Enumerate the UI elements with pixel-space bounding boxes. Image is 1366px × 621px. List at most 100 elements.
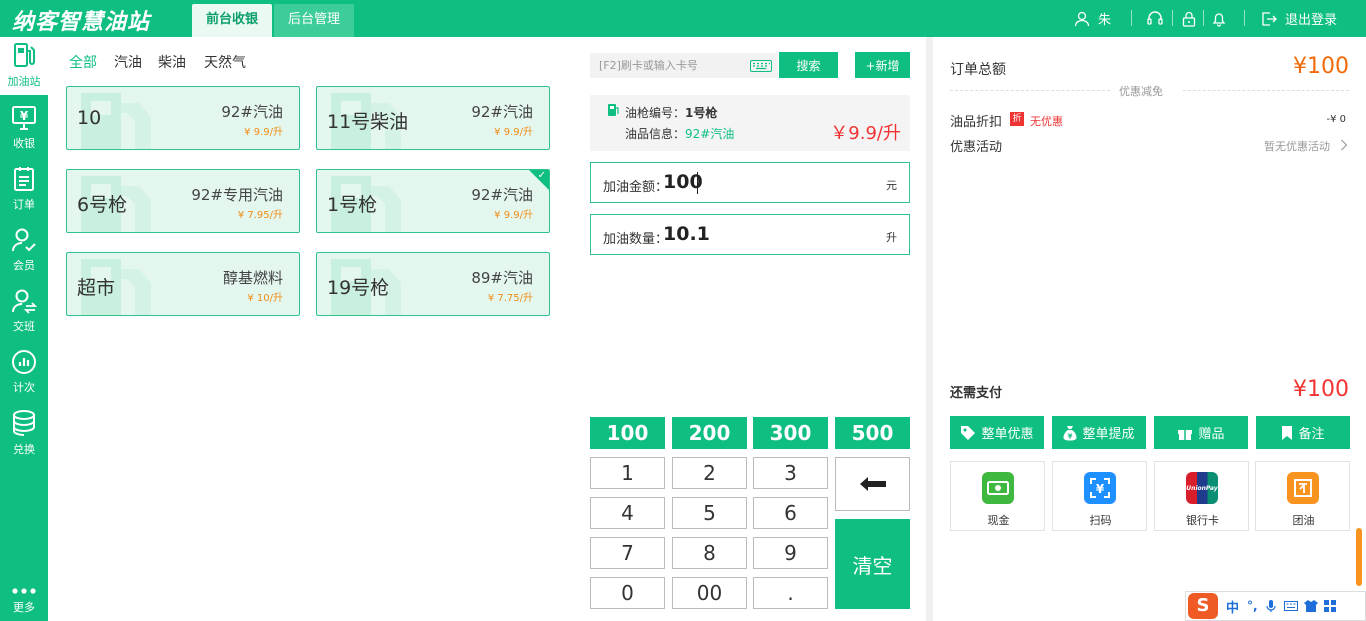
order-icon xyxy=(14,167,34,191)
nozzle-card[interactable]: 19号枪 89#汽油 ¥ 7.75/升 xyxy=(316,252,550,316)
money-bag-icon: ¥ xyxy=(1063,425,1077,440)
quick-amount-button[interactable]: 200 xyxy=(672,417,747,449)
bell-icon[interactable] xyxy=(1212,0,1226,37)
filter-natural-gas[interactable]: 天然气 xyxy=(204,52,246,72)
app-root: 纳客智慧油站 前台收银 后台管理 朱 退出登录 加油站 ¥ 收银 订单 会员 交… xyxy=(0,0,1366,621)
logout-button[interactable]: 退出登录 xyxy=(1261,0,1337,37)
nozzle-name: 11号柴油 xyxy=(327,111,409,133)
key-5[interactable]: 5 xyxy=(672,497,747,529)
quick-amount-button[interactable]: 100 xyxy=(590,417,665,449)
sidebar-item-count[interactable]: 计次 xyxy=(0,343,48,401)
user-name: 朱 xyxy=(1098,13,1112,28)
backspace-button[interactable] xyxy=(835,457,910,511)
app-logo: 纳客智慧油站 xyxy=(12,10,151,35)
user-icon xyxy=(1074,11,1090,26)
nozzle-card[interactable]: 11号柴油 92#汽油 ¥ 9.9/升 xyxy=(316,86,550,150)
ime-lang[interactable]: 中 xyxy=(1226,597,1239,616)
nozzle-name: 6号枪 xyxy=(77,194,128,216)
sidebar-item-gas-station[interactable]: 加油站 xyxy=(0,37,48,95)
pay-group-fuel-button[interactable]: 团油 xyxy=(1255,461,1350,531)
pay-label: 扫码 xyxy=(1089,514,1112,527)
nozzle-card[interactable]: 超市 醇基燃料 ¥ 10/升 xyxy=(66,252,300,316)
order-commission-button[interactable]: ¥ 整单提成 xyxy=(1052,416,1146,449)
keyboard-icon[interactable] xyxy=(750,60,772,72)
filter-diesel[interactable]: 柴油 xyxy=(158,52,186,72)
nozzle-fuel: 92#专用汽油 xyxy=(191,186,283,204)
gift-button[interactable]: 赠品 xyxy=(1154,416,1248,449)
grid-menu-icon[interactable] xyxy=(1323,600,1336,612)
lock-icon[interactable] xyxy=(1182,0,1196,37)
key-2[interactable]: 2 xyxy=(672,457,747,489)
clear-button[interactable]: 清空 xyxy=(835,519,910,609)
sidebar-item-label: 兑换 xyxy=(13,443,35,456)
user-menu[interactable]: 朱 xyxy=(1074,0,1111,37)
exchange-icon xyxy=(13,410,35,436)
svg-text:¥: ¥ xyxy=(1068,432,1073,440)
tab-front-cashier[interactable]: 前台收银 xyxy=(192,4,273,37)
fuel-info-value: 92#汽油 xyxy=(685,127,735,141)
skin-shirt-icon[interactable] xyxy=(1303,600,1318,612)
quick-amount-button[interactable]: 500 xyxy=(835,417,910,449)
key-4[interactable]: 4 xyxy=(590,497,665,529)
divider xyxy=(1131,10,1132,26)
microphone-icon[interactable] xyxy=(1265,599,1276,613)
promo-value[interactable]: 暂无优惠活动 xyxy=(1264,138,1330,154)
sidebar-item-label: 加油站 xyxy=(7,75,41,88)
sidebar-item-exchange[interactable]: 兑换 xyxy=(0,405,48,463)
key-6[interactable]: 6 xyxy=(753,497,828,529)
pay-scan-button[interactable]: ¥ 扫码 xyxy=(1052,461,1147,531)
pay-label: 银行卡 xyxy=(1186,514,1219,527)
ime-punct[interactable]: °, xyxy=(1247,599,1258,613)
filter-all[interactable]: 全部 xyxy=(69,52,97,72)
nozzle-card[interactable]: 6号枪 92#专用汽油 ¥ 7.95/升 xyxy=(66,169,300,233)
order-discount-button[interactable]: 整单优惠 xyxy=(950,416,1044,449)
ime-toolbar[interactable]: S 中 °, xyxy=(1185,591,1366,621)
sidebar-item-members[interactable]: 会员 xyxy=(0,221,48,279)
remark-button[interactable]: 备注 xyxy=(1256,416,1350,449)
chevron-right-icon[interactable] xyxy=(1340,139,1348,151)
card-search-input[interactable]: [F2]刷卡或输入卡号 xyxy=(590,53,778,78)
sidebar-item-shift[interactable]: 交班 xyxy=(0,282,48,340)
divider xyxy=(1203,10,1204,26)
sidebar-item-label: 计次 xyxy=(13,381,35,394)
headset-icon[interactable] xyxy=(1146,0,1164,37)
sidebar-item-label: 收银 xyxy=(13,137,35,150)
key-3[interactable]: 3 xyxy=(753,457,828,489)
fuel-info-row: 油品信息：92#汽油 xyxy=(625,125,734,142)
key-1[interactable]: 1 xyxy=(590,457,665,489)
add-new-button[interactable]: +新增 xyxy=(855,52,910,78)
pay-cash-button[interactable]: 现金 xyxy=(950,461,1045,531)
amount-field[interactable]: 加油金额： 100 元 xyxy=(590,162,910,203)
sogou-logo-icon: S xyxy=(1188,593,1218,619)
sidebar-item-orders[interactable]: 订单 xyxy=(0,160,48,218)
key-0[interactable]: 0 xyxy=(590,577,665,609)
key-dot[interactable]: . xyxy=(753,577,828,609)
tab-back-office[interactable]: 后台管理 xyxy=(274,4,355,37)
gift-icon xyxy=(1178,429,1193,440)
scrollbar-thumb[interactable] xyxy=(1356,528,1362,586)
filter-gasoline[interactable]: 汽油 xyxy=(114,52,142,72)
unionpay-icon: UnionPay xyxy=(1186,472,1219,504)
sidebar: 加油站 ¥ 收银 订单 会员 交班 计次 兑换 更多 xyxy=(0,37,48,621)
shift-icon xyxy=(12,289,37,314)
key-8[interactable]: 8 xyxy=(672,537,747,569)
nozzle-fuel: 89#汽油 xyxy=(471,269,533,287)
key-7[interactable]: 7 xyxy=(590,537,665,569)
nozzle-fuel: 92#汽油 xyxy=(471,103,533,121)
nozzle-price: ¥ 10/升 xyxy=(247,293,283,304)
search-button[interactable]: 搜索 xyxy=(779,52,838,78)
key-9[interactable]: 9 xyxy=(753,537,828,569)
quantity-field[interactable]: 加油数量： 10.1 升 xyxy=(590,214,910,255)
pay-label: 团油 xyxy=(1292,514,1315,527)
key-00[interactable]: 00 xyxy=(672,577,747,609)
keyboard-icon[interactable] xyxy=(1283,601,1298,611)
sidebar-item-more[interactable]: 更多 xyxy=(0,563,48,621)
selected-nozzle-info: 油枪编号：1号枪 油品信息：92#汽油 ￥9.9/升 xyxy=(590,95,910,151)
quick-amount-button[interactable]: 300 xyxy=(753,417,828,449)
nozzle-card[interactable]: 10 92#汽油 ¥ 9.9/升 xyxy=(66,86,300,150)
amount-unit: 元 xyxy=(886,179,897,192)
pay-bank-card-button[interactable]: UnionPay 银行卡 xyxy=(1154,461,1249,531)
search-placeholder: [F2]刷卡或输入卡号 xyxy=(599,59,698,72)
nozzle-card-selected[interactable]: 1号枪 92#汽油 ¥ 9.9/升 ✓ xyxy=(316,169,550,233)
sidebar-item-cashier[interactable]: ¥ 收银 xyxy=(0,99,48,157)
